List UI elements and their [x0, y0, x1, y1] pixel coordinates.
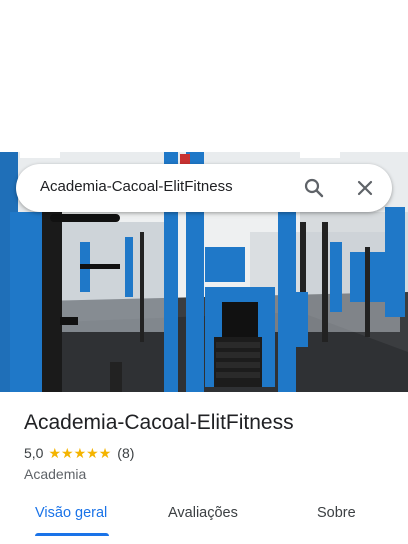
star-icon: ★ [61, 445, 74, 461]
place-title: Academia-Cacoal-ElitFitness [24, 411, 294, 434]
search-icon[interactable] [302, 176, 326, 200]
close-icon[interactable] [353, 176, 377, 200]
rating-row[interactable]: 5,0 ★ ★ ★ ★ ★ (8) [24, 445, 134, 461]
search-bar[interactable]: Academia-Cacoal-ElitFitness [16, 164, 392, 212]
star-icon: ★ [86, 445, 99, 461]
tab-overview[interactable]: Visão geral [35, 505, 107, 521]
star-icon: ★ [73, 445, 87, 461]
blank-header-area [0, 0, 408, 152]
star-rating: ★ ★ ★ ★ ★ [48, 446, 111, 460]
place-info-panel: Academia-Cacoal-ElitFitness 5,0 ★ ★ ★ ★ … [0, 392, 408, 544]
search-input[interactable]: Academia-Cacoal-ElitFitness [40, 178, 233, 195]
review-count[interactable]: (8) [117, 445, 134, 461]
star-icon: ★ [98, 445, 112, 461]
place-category[interactable]: Academia [24, 466, 86, 482]
tab-about[interactable]: Sobre [317, 505, 356, 521]
tab-bar: Visão geral Avaliações Sobre [0, 500, 408, 536]
star-icon: ★ [48, 445, 62, 461]
tab-reviews[interactable]: Avaliações [168, 505, 238, 521]
rating-value: 5,0 [24, 445, 44, 461]
active-tab-indicator [35, 533, 109, 536]
